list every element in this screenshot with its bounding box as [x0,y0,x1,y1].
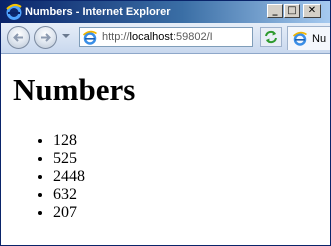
list-item: 128 [53,132,85,150]
list-item: 632 [53,186,85,204]
address-rest: :59802/I [172,31,213,43]
list-item: 2448 [53,168,85,186]
refresh-icon [265,30,277,44]
ie-page-icon [82,30,97,45]
back-button[interactable] [7,26,30,49]
ie-logo-icon [6,3,22,20]
address-text: http://localhost:59802/I [102,31,213,44]
browser-window: Numbers - Internet Explorer _ □ ✕ http:/… [0,0,331,246]
ie-tab-icon [292,31,307,46]
address-bar[interactable]: http://localhost:59802/I [79,27,330,47]
address-prefix: http:// [102,31,130,43]
window-title: Numbers - Internet Explorer [25,6,171,18]
numbers-list: 128 525 2448 632 207 [35,132,85,222]
refresh-button[interactable] [260,27,282,47]
forward-arrow-icon [41,33,51,42]
close-button[interactable]: ✕ [303,4,321,18]
page-content: Numbers 128 525 2448 632 207 [1,54,330,245]
page-heading: Numbers [13,72,136,107]
maximize-button[interactable]: □ [284,4,300,18]
tab-numbers[interactable]: Nu [287,26,330,50]
back-arrow-icon [13,33,23,42]
forward-button[interactable] [34,26,57,49]
navigation-bar: http://localhost:59802/I Nu [1,23,330,54]
history-dropdown[interactable] [62,34,70,38]
list-item: 525 [53,150,85,168]
title-bar[interactable]: Numbers - Internet Explorer _ □ ✕ [1,1,330,23]
list-item: 207 [53,204,85,222]
minimize-button[interactable]: _ [267,4,283,18]
address-host: localhost [129,31,173,43]
tab-label: Nu [312,33,327,45]
